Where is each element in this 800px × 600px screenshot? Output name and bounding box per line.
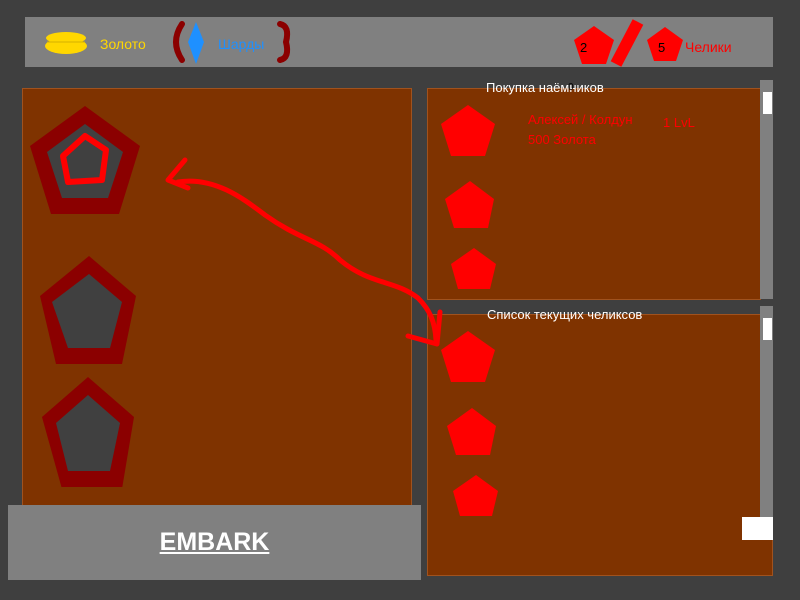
slash-separator-icon (610, 19, 644, 67)
shop-merc-3-icon[interactable] (450, 247, 506, 301)
embark-label: EMBARK (159, 528, 270, 556)
party-slot-3[interactable] (38, 377, 148, 487)
roster-merc-1-icon[interactable] (440, 330, 496, 384)
shop-title-mark: 0 (568, 82, 574, 93)
mercs-label: Челики (685, 39, 732, 55)
roster-merc-3-icon[interactable] (452, 474, 508, 528)
merc-count: 2 (580, 40, 588, 55)
offer-merc-price: 500 Золота (528, 132, 596, 147)
merc-capacity: 5 (658, 40, 666, 55)
roster-scrollbar-thumb[interactable] (763, 318, 772, 340)
offer-merc-name: Алексей / Колдун (528, 112, 633, 127)
roster-merc-2-icon[interactable] (446, 407, 502, 461)
offer-merc-level: 1 LvL (663, 115, 695, 130)
embark-button[interactable]: EMBARK (8, 505, 421, 580)
party-slot-1[interactable] (30, 106, 140, 216)
shop-merc-2-icon[interactable] (444, 180, 500, 234)
shop-scrollbar-thumb[interactable] (763, 92, 772, 114)
gold-label: Золото (100, 36, 146, 52)
gold-coin-icon (45, 32, 87, 54)
roster-title: Список текущих челиксов (487, 307, 643, 322)
party-slot-2[interactable] (34, 256, 144, 366)
shop-title: Покупка наёмников (486, 80, 604, 95)
shop-merc-1-icon[interactable] (440, 104, 496, 158)
roster-scroll-end-block (742, 517, 773, 540)
shards-label: Шарды (218, 36, 265, 52)
